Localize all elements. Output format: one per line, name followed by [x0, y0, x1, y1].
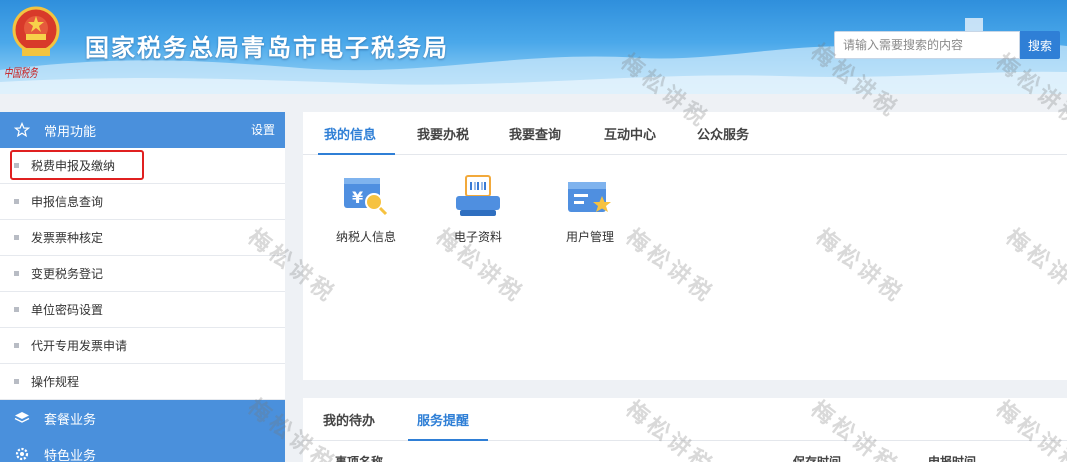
bullet-icon [14, 307, 19, 312]
tile-taxpayer-info[interactable]: ¥ 纳税人信息 [321, 172, 411, 245]
site-title: 国家税务总局青岛市电子税务局 [85, 34, 449, 62]
tab-query[interactable]: 我要查询 [509, 124, 561, 143]
sidebar-section-label: 套餐业务 [44, 412, 97, 428]
national-emblem-icon [12, 6, 60, 56]
taxpayer-info-icon: ¥ [344, 178, 388, 216]
tab-do-tax[interactable]: 我要办税 [417, 124, 469, 143]
sidebar-item-label: 代开专用发票申请 [31, 339, 128, 353]
gear-icon [15, 447, 29, 461]
bullet-icon [14, 199, 19, 204]
sidebar-section-label: 特色业务 [44, 448, 97, 462]
service-tiles: ¥ 纳税人信息 电子资料 用户管理 [303, 172, 1067, 252]
sidebar-item-tax-filing[interactable]: 税费申报及缴纳 [0, 148, 285, 184]
layers-icon [14, 412, 30, 423]
bullet-icon [14, 271, 19, 276]
tile-label: 用户管理 [565, 230, 614, 244]
sidebar-section-label: 常用功能 [44, 124, 97, 140]
column-header-item: 事项名称 [335, 455, 384, 462]
settings-link[interactable]: 设置 [251, 121, 275, 138]
search-button[interactable]: 搜索 [1020, 31, 1060, 59]
sidebar-section-common[interactable]: 常用功能 设置 [0, 112, 285, 148]
electronic-docs-icon [456, 175, 500, 216]
tab-public-service[interactable]: 公众服务 [697, 124, 749, 143]
sidebar-item-label: 变更税务登记 [31, 267, 104, 281]
column-header-save-time: 保存时间 [793, 455, 842, 462]
tile-electronic-docs[interactable]: 电子资料 [433, 172, 523, 245]
sidebar-item-filing-query[interactable]: 申报信息查询 [0, 184, 285, 220]
sidebar-item-change-registration[interactable]: 变更税务登记 [0, 256, 285, 292]
main-panel: 我的信息 我要办税 我要查询 互动中心 公众服务 ¥ 纳税人信息 电子资料 用户… [303, 112, 1067, 380]
sidebar-section-special[interactable]: 特色业务 [0, 436, 285, 462]
sidebar-item-label: 操作规程 [31, 375, 80, 389]
sidebar-item-invoice-approval[interactable]: 发票票种核定 [0, 220, 285, 256]
sidebar-item-special-invoice[interactable]: 代开专用发票申请 [0, 328, 285, 364]
user-management-icon [568, 182, 611, 212]
sidebar-item-label: 发票票种核定 [31, 231, 104, 245]
column-header-filing-time: 申报时间 [928, 455, 977, 462]
bullet-icon [14, 235, 19, 240]
tile-label: 纳税人信息 [335, 230, 396, 244]
svg-text:¥: ¥ [352, 188, 363, 207]
star-icon [14, 122, 30, 138]
tab-my-todo[interactable]: 我的待办 [323, 410, 375, 429]
tile-label: 电子资料 [453, 230, 502, 244]
tab-service-reminder[interactable]: 服务提醒 [417, 410, 469, 429]
sidebar-section-package[interactable]: 套餐业务 [0, 400, 285, 436]
sidebar: 常用功能 设置 税费申报及缴纳 申报信息查询 发票票种核定 变更税务登记 单位密… [0, 112, 285, 462]
bottom-panel: 我的待办 服务提醒 事项名称 保存时间 申报时间 [303, 398, 1067, 462]
bullet-icon [14, 343, 19, 348]
highlight-box [10, 150, 144, 180]
search-input[interactable] [834, 31, 1020, 59]
bullet-icon [14, 379, 19, 384]
sidebar-item-password-settings[interactable]: 单位密码设置 [0, 292, 285, 328]
sidebar-item-procedures[interactable]: 操作规程 [0, 364, 285, 400]
header-banner: 中国税务 国家税务总局青岛市电子税务局 搜索 [0, 0, 1067, 94]
emblem-caption: 中国税务 [4, 66, 38, 80]
tile-user-management[interactable]: 用户管理 [545, 172, 635, 245]
active-tab-indicator [318, 153, 395, 155]
tab-my-info[interactable]: 我的信息 [324, 124, 376, 143]
main-tabs: 我的信息 我要办税 我要查询 互动中心 公众服务 [303, 112, 1067, 155]
tab-interaction[interactable]: 互动中心 [604, 124, 656, 143]
bottom-tabs: 我的待办 服务提醒 [303, 398, 1067, 441]
sidebar-item-label: 申报信息查询 [31, 195, 104, 209]
sidebar-item-label: 单位密码设置 [31, 303, 104, 317]
active-tab-indicator [408, 439, 488, 441]
